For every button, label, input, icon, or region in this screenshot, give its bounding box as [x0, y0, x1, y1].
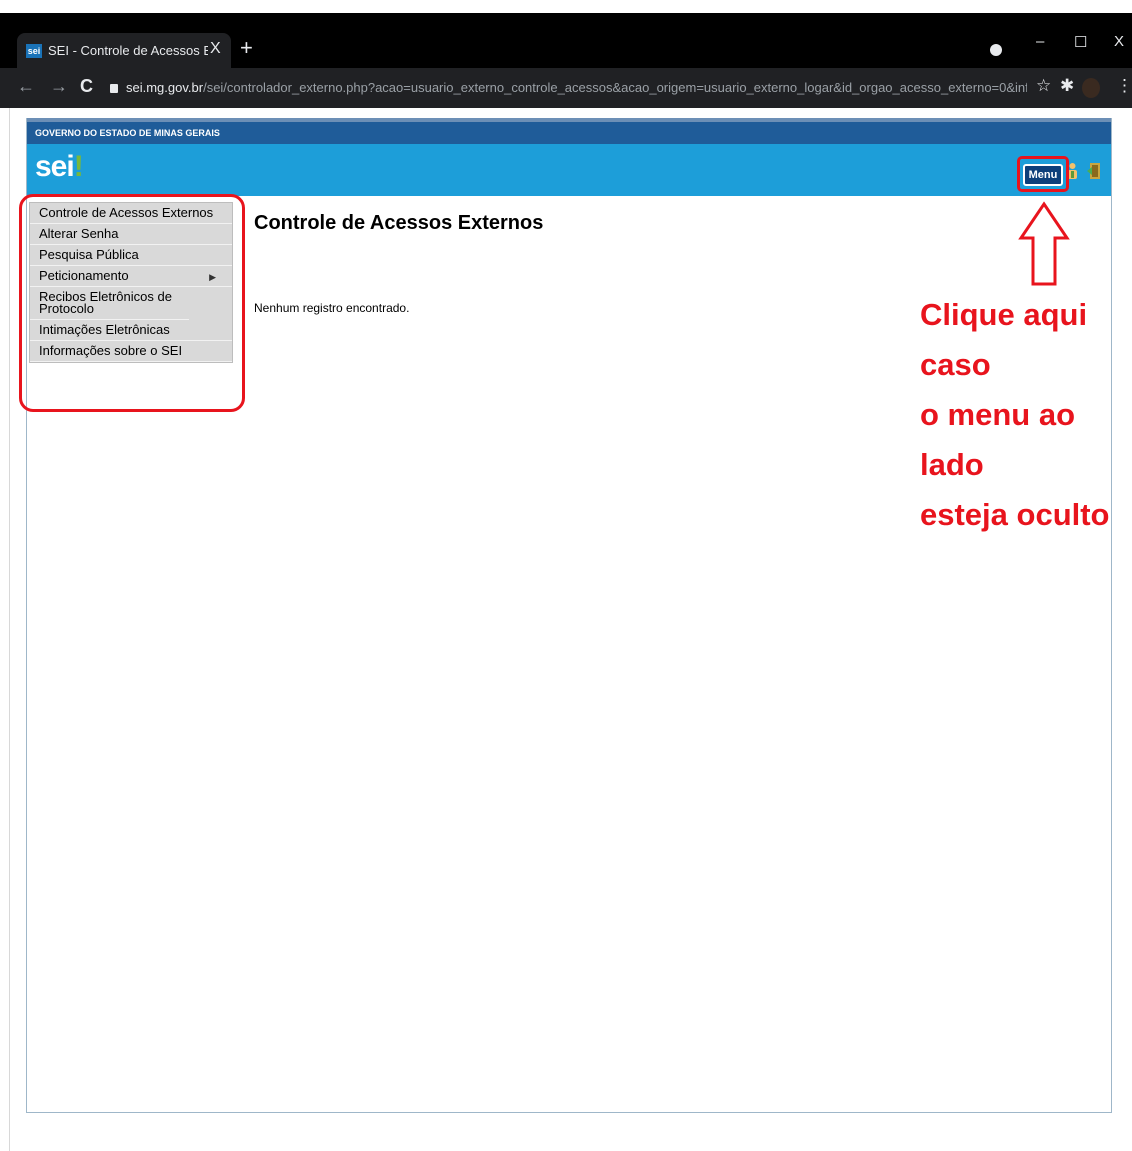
government-bar: GOVERNO DO ESTADO DE MINAS GERAIS: [27, 118, 1111, 144]
close-window-button[interactable]: X: [1114, 33, 1124, 50]
lock-icon[interactable]: [110, 84, 118, 93]
reload-button[interactable]: C: [80, 76, 93, 97]
viewport-edge: [9, 108, 10, 1151]
forward-button[interactable]: →: [50, 76, 68, 97]
url-path: /sei/controlador_externo.php?acao=usuari…: [203, 80, 1027, 95]
menu-highlight: [19, 194, 245, 412]
browser-titlebar: sei SEI - Controle de Acessos Externo X …: [0, 13, 1132, 68]
browser-toolbar: ← → C sei.mg.gov.br/sei/controlador_exte…: [0, 68, 1132, 108]
government-label: GOVERNO DO ESTADO DE MINAS GERAIS: [35, 128, 220, 138]
profile-avatar[interactable]: [1082, 78, 1100, 98]
menu-button-highlight: [1017, 156, 1069, 192]
tab-close-icon[interactable]: X: [210, 40, 221, 58]
page-title: Controle de Acessos Externos: [254, 212, 544, 234]
tab-title: SEI - Controle de Acessos Externo: [48, 43, 208, 58]
logo-text: sei: [35, 150, 75, 183]
annotation-text: Clique aqui caso o menu ao lado esteja o…: [920, 290, 1132, 540]
address-bar[interactable]: sei.mg.gov.br/sei/controlador_externo.ph…: [110, 75, 1027, 101]
new-tab-button[interactable]: +: [240, 37, 253, 59]
bookmark-star-icon[interactable]: ☆: [1036, 76, 1051, 96]
url-host: sei.mg.gov.br: [126, 80, 204, 95]
annotation-line: Clique aqui caso: [920, 297, 1088, 382]
maximize-button[interactable]: ☐: [1074, 33, 1087, 51]
sei-header: sei! Menu: [27, 144, 1111, 196]
annotation-line: o menu ao lado: [920, 397, 1076, 482]
media-indicator-icon[interactable]: [990, 44, 1002, 56]
exit-door-icon[interactable]: [1087, 162, 1101, 180]
back-button[interactable]: ←: [17, 76, 35, 97]
empty-message: Nenhum registro encontrado.: [254, 301, 410, 315]
up-arrow-icon: [1018, 201, 1070, 286]
extensions-icon[interactable]: ✱: [1060, 76, 1074, 96]
logo-mark: !: [73, 150, 84, 183]
annotation-line: esteja oculto: [920, 497, 1110, 532]
browser-tab[interactable]: sei SEI - Controle de Acessos Externo X: [17, 33, 231, 68]
sei-favicon-icon: sei: [26, 44, 42, 58]
sei-logo[interactable]: sei!: [35, 150, 84, 184]
minimize-button[interactable]: –: [1036, 33, 1044, 50]
browser-menu-icon[interactable]: ⋮: [1116, 76, 1132, 96]
